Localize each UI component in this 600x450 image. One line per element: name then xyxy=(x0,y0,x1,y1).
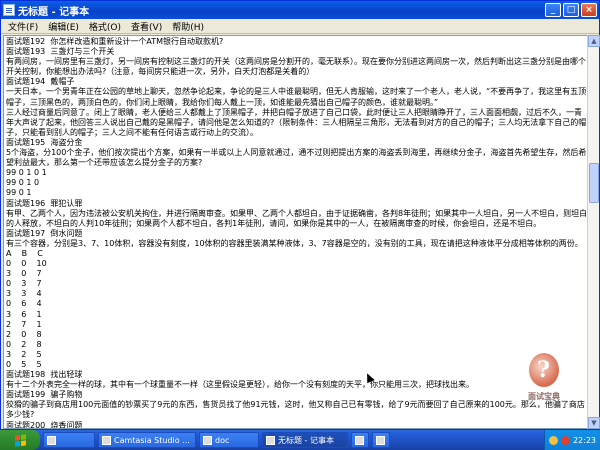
text-line[interactable]: 面试题192 你怎样改造和重新设计一个ATM银行自动取款机? xyxy=(6,37,588,47)
text-line[interactable]: 狡猾的骗子到商店用100元面值的钞票买了9元的东西，售货员找了他91元钱，这时，… xyxy=(6,400,588,420)
text-line[interactable]: 有两间房，一间房里有三盏灯，另一间房有控制这三盏灯的开关（这两间房是分割开的，毫… xyxy=(6,57,588,77)
text-line[interactable]: 有三个容器，分别是3、7、10体积，容器没有刻度，10体积的容器里装满某种液体，… xyxy=(6,239,588,249)
taskbar: Camtasia Studio ... doc 无标题 - 记事本 22:23 xyxy=(0,430,600,450)
watermark-logo: ? 面试宝典 xyxy=(523,353,563,405)
scroll-up-arrow-icon[interactable]: ▲ xyxy=(588,35,600,47)
taskbar-button[interactable]: 无标题 - 记事本 xyxy=(262,432,348,448)
text-line[interactable]: 0 2 8 xyxy=(6,340,588,350)
tray-icon[interactable] xyxy=(560,435,570,445)
start-button[interactable] xyxy=(0,430,40,450)
scroll-thumb[interactable] xyxy=(589,163,599,203)
maximize-button[interactable]: □ xyxy=(563,3,579,17)
task-app-icon xyxy=(355,435,364,445)
taskbar-button-label: 无标题 - 记事本 xyxy=(278,435,334,445)
menu-edit[interactable]: 编辑(E) xyxy=(43,20,84,33)
watermark-label: 面试宝典 xyxy=(528,392,560,401)
text-line[interactable]: 0 5 5 xyxy=(6,360,588,370)
menu-bar: 文件(F) 编辑(E) 格式(O) 查看(V) 帮助(H) xyxy=(1,19,599,34)
window-title: 无标题 - 记事本 xyxy=(18,6,90,18)
text-line[interactable]: 3 6 1 xyxy=(6,310,588,320)
menu-help[interactable]: 帮助(H) xyxy=(167,20,209,33)
text-line[interactable]: 3 0 7 xyxy=(6,269,588,279)
text-line[interactable]: 面试题194 戴帽子 xyxy=(6,77,588,87)
text-line[interactable]: 面试题199 骗子购物 xyxy=(6,390,588,400)
text-line[interactable]: 99 0 1 0 xyxy=(6,178,588,188)
text-line[interactable]: 面试题193 三盏灯与三个开关 xyxy=(6,47,588,57)
system-tray: 22:23 xyxy=(543,430,600,450)
task-app-icon xyxy=(47,435,56,445)
text-line[interactable]: 面试题196 罪犯认罪 xyxy=(6,199,588,209)
question-mark-icon: ? xyxy=(537,357,550,383)
text-editor[interactable]: 面试题192 你怎样改造和重新设计一个ATM银行自动取款机? 面试题193 三盏灯… xyxy=(3,35,589,429)
text-line[interactable]: A B C xyxy=(6,249,588,259)
task-app-icon xyxy=(376,435,385,445)
close-button[interactable]: × xyxy=(581,3,597,17)
taskbar-button[interactable] xyxy=(372,432,390,448)
document-text[interactable]: 面试题192 你怎样改造和重新设计一个ATM银行自动取款机? 面试题193 三盏灯… xyxy=(4,36,588,428)
vertical-scrollbar[interactable]: ▲ ▼ xyxy=(587,35,600,429)
taskbar-button[interactable] xyxy=(351,432,369,448)
taskbar-button[interactable]: doc xyxy=(199,432,259,448)
scroll-down-arrow-icon[interactable]: ▼ xyxy=(588,417,600,429)
tray-icon[interactable] xyxy=(548,435,558,445)
text-line[interactable]: 面试题198 找出轻球 xyxy=(6,370,588,380)
title-bar[interactable]: 无标题 - 记事本 _ □ × xyxy=(1,1,599,19)
text-line[interactable]: 一天日本，一个男青年正在公园的草地上聊天，忽然争论起来，争论的是三人中谁最聪明，… xyxy=(6,87,588,107)
text-line[interactable]: 面试题195 海盗分金 xyxy=(6,138,588,148)
menu-file[interactable]: 文件(F) xyxy=(3,20,43,33)
text-line[interactable]: 面试题200 烧香问题 xyxy=(6,421,588,428)
menu-view[interactable]: 查看(V) xyxy=(126,20,167,33)
text-line[interactable]: 有甲、乙两个人，因为违法被公安机关拘住，并进行隔离审查。如果甲、乙两个人都坦白，… xyxy=(6,209,588,229)
task-app-icon xyxy=(102,435,111,445)
text-line[interactable]: 三人经过商量后同意了。闭上了眼睛，老人便给三人都戴上了顶黑帽子，并把白帽子放进了… xyxy=(6,108,588,138)
text-line[interactable]: 0 3 7 xyxy=(6,279,588,289)
text-line[interactable]: 面试题197 倒水问题 xyxy=(6,229,588,239)
windows-logo-icon xyxy=(14,433,26,447)
task-app-icon xyxy=(203,435,212,445)
task-app-icon xyxy=(266,435,275,445)
taskbar-button-label: doc xyxy=(215,435,230,445)
text-line[interactable]: 99 0 1 0 1 xyxy=(6,168,588,178)
text-line[interactable]: 3 3 4 xyxy=(6,289,588,299)
taskbar-button[interactable] xyxy=(43,432,95,448)
text-line[interactable]: 3 2 5 xyxy=(6,350,588,360)
clock[interactable]: 22:23 xyxy=(573,436,596,445)
text-line[interactable]: 0 6 4 xyxy=(6,299,588,309)
text-line[interactable]: 5个海盗，分100个金子，他们按次提出个方案，如果有一半或以上人同意就通过，通不… xyxy=(6,148,588,168)
text-line[interactable]: 0 0 10 xyxy=(6,259,588,269)
notepad-icon xyxy=(3,4,15,16)
notepad-window: 无标题 - 记事本 _ □ × 文件(F) 编辑(E) 格式(O) 查看(V) … xyxy=(0,0,600,430)
text-line[interactable]: 99 0 1 xyxy=(6,188,588,198)
minimize-button[interactable]: _ xyxy=(545,3,561,17)
text-line[interactable]: 有十二个外表完全一样的球，其中有一个球重量不一样（这里假设是更轻），给你一个没有… xyxy=(6,380,588,390)
taskbar-button[interactable]: Camtasia Studio ... xyxy=(98,432,196,448)
taskbar-button-label: Camtasia Studio ... xyxy=(114,435,190,445)
text-line[interactable]: 2 7 1 xyxy=(6,320,588,330)
text-line[interactable]: 2 0 8 xyxy=(6,330,588,340)
menu-format[interactable]: 格式(O) xyxy=(84,20,126,33)
task-list: Camtasia Studio ... doc 无标题 - 记事本 xyxy=(40,432,390,448)
